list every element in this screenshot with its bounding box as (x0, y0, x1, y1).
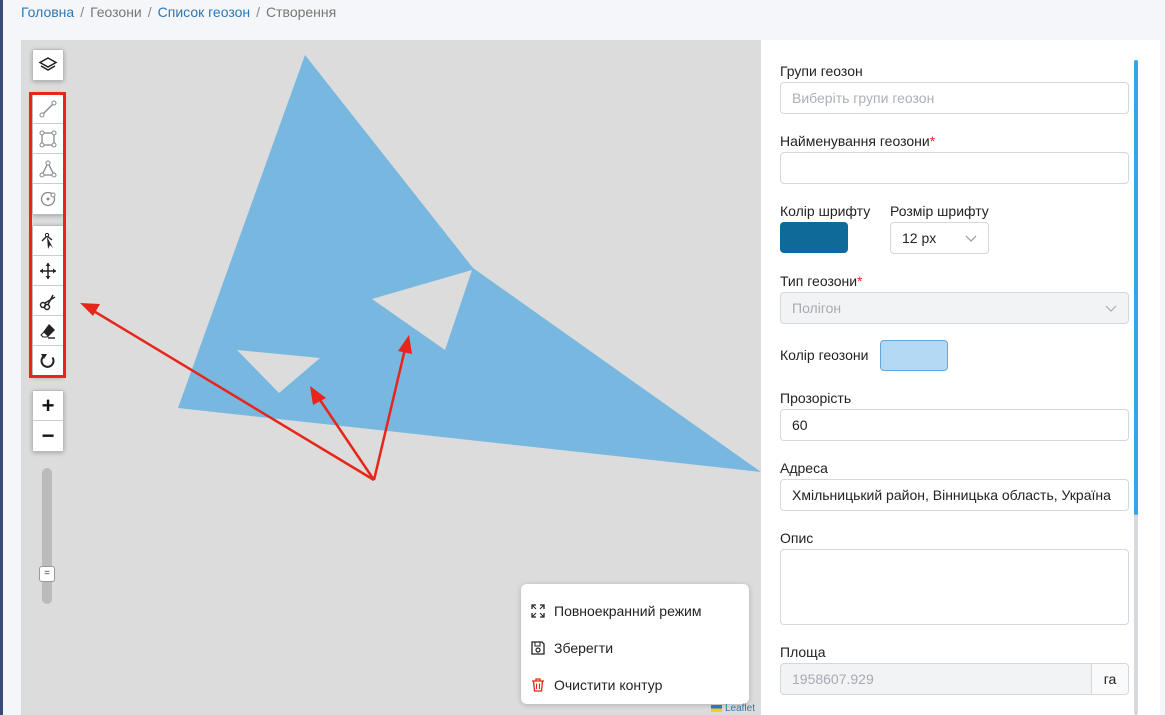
geozone-color-swatch[interactable] (880, 340, 948, 371)
area-value: 1958607.929 (792, 671, 874, 687)
layers-icon[interactable] (33, 50, 63, 80)
font-color-label: Колір шрифту (780, 203, 871, 219)
zoom-slider-track[interactable] (42, 468, 52, 604)
font-color-swatch[interactable] (780, 222, 848, 253)
type-label-text: Тип геозони (780, 273, 858, 289)
opacity-label: Прозорість (780, 390, 852, 406)
font-size-select[interactable]: 12 px (890, 222, 989, 254)
layers-control[interactable] (32, 49, 64, 81)
trash-icon (532, 677, 544, 692)
name-label: Найменування геозони* (780, 133, 935, 149)
fullscreen-menu-item[interactable]: Повноекранний режим (530, 592, 740, 629)
form-scrollbar-thumb[interactable] (1134, 60, 1138, 515)
area-label: Площа (780, 644, 826, 660)
attribution-label: Leaflet (724, 703, 755, 714)
area-unit: га (1091, 664, 1128, 694)
fullscreen-icon (531, 603, 545, 618)
save-menu-item[interactable]: Зберегти (530, 629, 740, 666)
name-input[interactable] (780, 152, 1129, 184)
type-label: Тип геозони* (780, 273, 863, 289)
groups-select[interactable]: Виберіть групи геозон (780, 82, 1129, 114)
required-marker: * (929, 133, 936, 149)
breadcrumb-separator: / (147, 4, 152, 20)
description-textarea[interactable] (780, 549, 1129, 625)
font-size-value: 12 px (902, 230, 937, 246)
chevron-down-icon (1105, 305, 1117, 312)
breadcrumb-home[interactable]: Головна (21, 4, 74, 20)
font-size-label: Розмір шрифту (890, 203, 989, 219)
geozone-color-label: Колір геозони (780, 347, 869, 363)
breadcrumb-separator: / (80, 4, 85, 20)
zoom-in-button[interactable]: + (33, 391, 63, 421)
type-value: Полігон (792, 300, 842, 316)
fullscreen-label: Повноекранний режим (554, 602, 702, 619)
chevron-down-icon (965, 235, 977, 242)
breadcrumb-separator: / (256, 4, 261, 20)
groups-label: Групи геозон (780, 63, 863, 79)
save-label: Зберегти (554, 639, 614, 656)
address-input[interactable] (780, 479, 1129, 511)
clear-contour-menu-item[interactable]: Очистити контур (530, 666, 740, 703)
breadcrumb-geozone-list[interactable]: Список геозон (158, 4, 250, 20)
map-action-menu: Повноекранний режим Зберегти Очистити ко… (521, 584, 749, 704)
opacity-input[interactable] (780, 409, 1129, 441)
zoom-control: + − (32, 390, 64, 452)
zoom-slider-handle[interactable]: = (39, 566, 55, 582)
address-label: Адреса (780, 460, 828, 476)
save-icon (531, 640, 545, 655)
map-attribution[interactable]: Leaflet (710, 703, 755, 714)
area-field: 1958607.929 га (780, 663, 1129, 695)
ukraine-flag-icon (710, 705, 722, 712)
clear-contour-label: Очистити контур (554, 676, 663, 693)
toolbar-highlight-box (29, 92, 66, 378)
name-label-text: Найменування геозони (780, 133, 930, 149)
description-label: Опис (780, 530, 814, 546)
type-select[interactable]: Полігон (780, 292, 1129, 324)
breadcrumb-geozones: Геозони (90, 4, 142, 20)
geozone-polygon[interactable] (178, 55, 761, 472)
breadcrumb-create: Створення (266, 4, 337, 20)
zoom-out-button[interactable]: − (33, 421, 63, 451)
required-marker: * (857, 273, 863, 289)
map-canvas[interactable]: + − = Повноекранний режим Зберегти Очист… (21, 40, 761, 715)
breadcrumb: Головна / Геозони / Список геозон / Створення (21, 4, 336, 20)
app-sidebar-edge (0, 0, 3, 715)
